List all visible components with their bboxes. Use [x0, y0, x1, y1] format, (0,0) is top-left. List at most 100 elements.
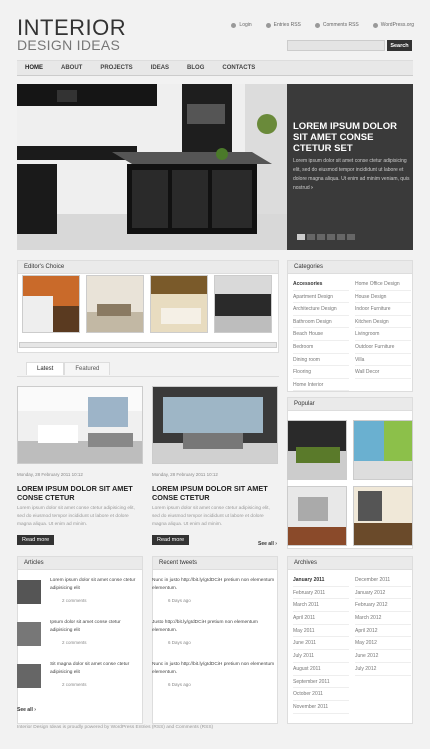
- category-link[interactable]: Bathroom Design: [293, 316, 349, 329]
- category-link[interactable]: Kitchen Design: [355, 316, 411, 329]
- archive-link[interactable]: October 2011: [293, 688, 349, 701]
- post-image[interactable]: [17, 386, 143, 464]
- logo-subtitle[interactable]: DESIGN IDEAS: [17, 38, 120, 52]
- category-link[interactable]: Outdoor Furniture: [355, 341, 411, 354]
- tab-featured[interactable]: Featured: [64, 362, 111, 375]
- nav-contacts[interactable]: CONTACTS: [222, 65, 255, 71]
- pager-dot[interactable]: [307, 234, 315, 240]
- category-link[interactable]: Wall Decor: [355, 366, 411, 379]
- tab-latest[interactable]: Latest: [26, 362, 65, 375]
- archive-link[interactable]: January 2011: [293, 574, 349, 587]
- category-link[interactable]: Accessories: [293, 278, 349, 291]
- pager-dot[interactable]: [297, 234, 305, 240]
- nav-projects[interactable]: PROJECTS: [100, 65, 132, 71]
- login-icon: [231, 22, 237, 28]
- article-comments[interactable]: 2 comments: [62, 640, 87, 645]
- popular-thumb[interactable]: [287, 486, 347, 546]
- read-more-button[interactable]: Read more: [17, 535, 55, 545]
- article-thumb[interactable]: [17, 580, 41, 604]
- archive-link[interactable]: March 2012: [355, 612, 411, 625]
- archive-link[interactable]: November 2011: [293, 701, 349, 714]
- category-link[interactable]: Home Office Design: [355, 278, 411, 291]
- tweet-text[interactable]: Nunc in justo http://bit.ly/gIdDCiH pret…: [152, 661, 276, 677]
- article-title[interactable]: Sit magna dolor sit amet conse ctetur ad…: [50, 661, 142, 677]
- read-more-button[interactable]: Read more: [152, 535, 190, 545]
- article-comments[interactable]: 2 comments: [62, 598, 87, 603]
- article-title[interactable]: Lorem ipsum dolor sit amet conse ctetur …: [50, 577, 142, 593]
- article-comments[interactable]: 2 comments: [62, 682, 87, 687]
- article-title[interactable]: Ipsum dolor sit amet conse ctetur adipis…: [50, 619, 142, 635]
- post-date: Monday, 28 February 2011 10:12: [152, 472, 218, 477]
- category-link[interactable]: Beach House: [293, 328, 349, 341]
- category-link[interactable]: Villa: [355, 354, 411, 367]
- archive-link[interactable]: August 2011: [293, 663, 349, 676]
- category-link[interactable]: Indoor Furniture: [355, 303, 411, 316]
- pager-dot[interactable]: [337, 234, 345, 240]
- pager-dot[interactable]: [327, 234, 335, 240]
- pager-dot[interactable]: [347, 234, 355, 240]
- archive-link[interactable]: February 2011: [293, 587, 349, 600]
- nav-about[interactable]: ABOUT: [61, 65, 82, 71]
- comments-rss-link[interactable]: Comments RSS: [314, 22, 359, 28]
- archive-link[interactable]: January 2012: [355, 587, 411, 600]
- post-image[interactable]: [152, 386, 278, 464]
- archive-link[interactable]: June 2012: [355, 650, 411, 663]
- post-date: Monday, 28 February 2011 10:12: [17, 472, 83, 477]
- archive-link[interactable]: April 2012: [355, 625, 411, 638]
- login-link[interactable]: Login: [231, 22, 252, 28]
- category-link[interactable]: Bedroom: [293, 341, 349, 354]
- archive-link[interactable]: December 2011: [355, 574, 411, 587]
- nav-home[interactable]: HOME: [25, 65, 43, 71]
- category-link[interactable]: Flooring: [293, 366, 349, 379]
- logo-title[interactable]: INTERIOR: [17, 17, 126, 39]
- post-title[interactable]: LOREM IPSUM DOLOR SIT AMET CONSE CTETUR: [17, 484, 143, 502]
- archive-link[interactable]: May 2012: [355, 637, 411, 651]
- archive-link[interactable]: July 2012: [355, 663, 411, 676]
- search-button[interactable]: Search: [387, 40, 412, 51]
- archive-link[interactable]: May 2011: [293, 625, 349, 638]
- entries-rss-link[interactable]: Entries RSS: [265, 22, 301, 28]
- category-link[interactable]: Dining room: [293, 354, 349, 367]
- popular-thumb[interactable]: [353, 420, 413, 480]
- archive-link[interactable]: July 2011: [293, 650, 349, 663]
- nav-ideas[interactable]: IDEAS: [151, 65, 169, 71]
- pager-dot[interactable]: [317, 234, 325, 240]
- wordpress-link[interactable]: WordPress.org: [372, 22, 414, 28]
- archive-link[interactable]: March 2011: [293, 599, 349, 613]
- slide-title[interactable]: LOREM IPSUM DOLOR SIT AMET CONSE CTETUR …: [293, 121, 411, 154]
- tabs-divider: [17, 376, 279, 377]
- archive-link[interactable]: September 2011: [293, 676, 349, 689]
- editors-scrollbar[interactable]: [19, 342, 277, 348]
- categories-col2: Home Office Design House Design Indoor F…: [355, 278, 411, 379]
- nav-blog[interactable]: BLOG: [187, 65, 204, 71]
- category-link[interactable]: Apartment Design: [293, 291, 349, 304]
- hero-slider[interactable]: LOREM IPSUM DOLOR SIT AMET CONSE CTETUR …: [17, 84, 413, 250]
- editors-thumb[interactable]: [86, 275, 144, 333]
- archive-link[interactable]: June 2011: [293, 637, 349, 651]
- rss-icon: [265, 22, 271, 28]
- post-title[interactable]: LOREM IPSUM DOLOR SIT AMET CONSE CTETUR: [152, 484, 278, 502]
- category-link[interactable]: Livingroom: [355, 328, 411, 341]
- tweet-text[interactable]: Nunc in justo http://bit.ly/gIdDCiH pret…: [152, 577, 276, 593]
- archives-col2: December 2011 January 2012 February 2012…: [355, 574, 411, 676]
- category-link[interactable]: House Design: [355, 291, 411, 304]
- search-input[interactable]: [287, 40, 385, 51]
- article-thumb[interactable]: [17, 622, 41, 646]
- tweet-time: 6 Days ago: [168, 682, 191, 687]
- popular-title: Popular: [288, 398, 412, 411]
- see-all-link[interactable]: See all ›: [258, 541, 277, 547]
- popular-thumb[interactable]: [287, 420, 347, 480]
- slide-more-link[interactable]: ›: [311, 185, 313, 191]
- editors-thumb[interactable]: [214, 275, 272, 333]
- archive-link[interactable]: February 2012: [355, 599, 411, 613]
- category-link[interactable]: Architecture Design: [293, 303, 349, 316]
- archives-title: Archives: [288, 557, 412, 570]
- tweet-text[interactable]: Justo http://bit.ly/gIdDCiH pretium non …: [152, 619, 276, 635]
- editors-thumb[interactable]: [150, 275, 208, 333]
- article-thumb[interactable]: [17, 664, 41, 688]
- category-link[interactable]: Home Interior: [293, 379, 349, 392]
- editors-thumb[interactable]: [22, 275, 80, 333]
- archive-link[interactable]: April 2011: [293, 612, 349, 625]
- see-all-articles-link[interactable]: See all ›: [17, 707, 36, 713]
- popular-thumb[interactable]: [353, 486, 413, 546]
